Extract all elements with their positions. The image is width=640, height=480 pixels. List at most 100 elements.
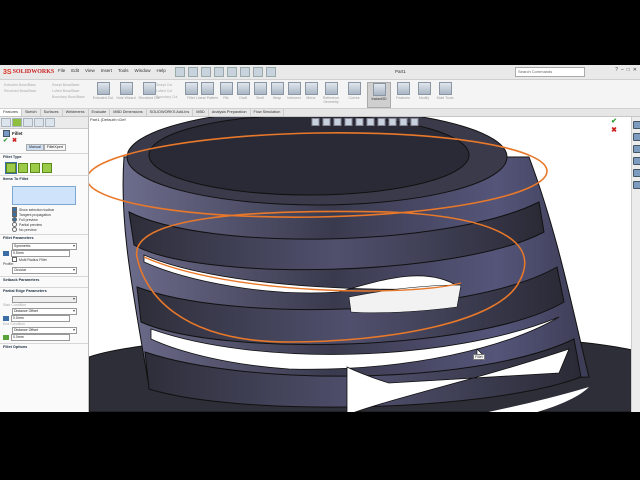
- tab-addins[interactable]: SOLIDWORKS Add-Ins: [147, 109, 194, 116]
- graphics-area[interactable]: Part1 (Default<<Def ✔ ✖ Fillet: [89, 117, 640, 412]
- undo-icon[interactable]: [227, 67, 237, 77]
- tab-mbd[interactable]: MBD: [193, 109, 209, 116]
- appearance-icon[interactable]: [388, 118, 396, 126]
- manual-tab[interactable]: Manual: [26, 144, 44, 151]
- view-orientation-icon[interactable]: [355, 118, 363, 126]
- fillet-options-section[interactable]: Fillet Options: [0, 343, 88, 352]
- curves-button[interactable]: Curves: [343, 82, 365, 106]
- swept-boss-button[interactable]: Swept Boss/Base: [52, 83, 85, 87]
- view-settings-icon[interactable]: [410, 118, 418, 126]
- view-palette-icon[interactable]: [633, 157, 640, 165]
- configuration-manager-icon[interactable]: [23, 118, 33, 127]
- file-explorer-icon[interactable]: [633, 145, 640, 153]
- custom-properties-icon[interactable]: [633, 181, 640, 189]
- scene-icon[interactable]: [399, 118, 407, 126]
- hide-show-icon[interactable]: [377, 118, 385, 126]
- mirror-button[interactable]: Mirror: [300, 82, 322, 106]
- confirm-cancel-icon[interactable]: ✖: [611, 126, 617, 134]
- tab-analysis-preparation[interactable]: Analysis Preparation: [209, 109, 251, 116]
- confirm-ok-icon[interactable]: ✔: [611, 117, 617, 125]
- fillet-cursor-tooltip: Fillet: [473, 354, 485, 360]
- filletxpert-tab[interactable]: FilletXpert: [43, 144, 66, 151]
- edges-selection-box[interactable]: [12, 186, 76, 205]
- tab-features[interactable]: Features: [0, 109, 22, 116]
- instant3d-button[interactable]: Instant3D: [367, 82, 391, 108]
- extruded-boss-button[interactable]: Extruded Boss/Base: [4, 83, 36, 87]
- swept-cut-button[interactable]: Swept Cut: [156, 83, 177, 87]
- constant-size-fillet-icon[interactable]: [5, 161, 17, 174]
- full-round-fillet-icon[interactable]: [42, 162, 52, 173]
- boundary-cut-button[interactable]: Boundary Cut: [156, 95, 177, 99]
- end-offset-field[interactable]: 0.0mm: [11, 334, 70, 341]
- menu-file[interactable]: File: [58, 68, 65, 73]
- tab-evaluate[interactable]: Evaluate: [89, 109, 111, 116]
- modify-button[interactable]: Modify: [413, 82, 435, 106]
- tab-sketch[interactable]: Sketch: [22, 109, 41, 116]
- partial-edge-section[interactable]: Partial Edge Parameters: [0, 287, 88, 296]
- reference-geometry-button[interactable]: Reference Geometry: [320, 82, 342, 106]
- previous-view-icon[interactable]: [333, 118, 341, 126]
- variable-size-fillet-icon[interactable]: [18, 162, 28, 173]
- display-style-icon[interactable]: [366, 118, 374, 126]
- save-icon[interactable]: [201, 67, 211, 77]
- partial-edge-selection[interactable]: [12, 296, 77, 303]
- menu-edit[interactable]: Edit: [71, 68, 79, 73]
- profile-dropdown[interactable]: Circular: [12, 267, 77, 274]
- lofted-cut-button[interactable]: Lofted Cut: [156, 89, 177, 93]
- zoom-area-icon[interactable]: [322, 118, 330, 126]
- end-condition-dropdown[interactable]: Distance Offset: [12, 327, 77, 334]
- ok-button[interactable]: ✔: [3, 137, 8, 144]
- start-offset-field[interactable]: 0.0mm: [11, 315, 70, 322]
- print-icon[interactable]: [214, 67, 224, 77]
- maximize-icon[interactable]: □: [627, 67, 630, 73]
- swept-group: Swept Boss/Base Lofted Boss/Base Boundar…: [52, 83, 85, 99]
- dimxpert-icon[interactable]: [34, 118, 44, 127]
- features-button[interactable]: Features: [392, 82, 414, 106]
- new-icon[interactable]: [175, 67, 185, 77]
- section-view-icon[interactable]: [344, 118, 352, 126]
- extruded-cut-button[interactable]: Extruded Cut: [92, 82, 114, 106]
- tab-surfaces[interactable]: Surfaces: [41, 109, 63, 116]
- mold-tools-button[interactable]: Mold Tools: [434, 82, 456, 106]
- property-manager-icon[interactable]: [12, 118, 22, 127]
- display-manager-icon[interactable]: [45, 118, 55, 127]
- open-icon[interactable]: [188, 67, 198, 77]
- design-library-icon[interactable]: [633, 133, 640, 141]
- tab-weldments[interactable]: Weldments: [63, 109, 89, 116]
- zoom-to-fit-icon[interactable]: [311, 118, 319, 126]
- lofted-boss-button[interactable]: Lofted Boss/Base: [52, 89, 85, 93]
- close-icon[interactable]: ✕: [633, 67, 637, 73]
- search-commands-input[interactable]: Search Commands: [515, 67, 585, 77]
- fillet-type-options: [0, 161, 88, 174]
- menu-window[interactable]: Window: [135, 68, 151, 73]
- solidworks-resources-icon[interactable]: [633, 121, 640, 129]
- fillet-method-dropdown[interactable]: Symmetric: [12, 243, 77, 250]
- tab-flow-simulation[interactable]: Flow Simulation: [251, 109, 285, 116]
- option-no-preview[interactable]: No preview: [0, 227, 88, 232]
- feature-tree-flyout[interactable]: Part1 (Default<<Def: [90, 117, 126, 122]
- revolved-boss-button[interactable]: Revolved Boss/Base: [4, 89, 36, 93]
- menu-view[interactable]: View: [85, 68, 95, 73]
- start-condition-dropdown[interactable]: Distance Offset: [12, 308, 77, 315]
- options-icon[interactable]: [266, 67, 276, 77]
- setback-parameters-section[interactable]: Setback Parameters: [0, 276, 88, 285]
- boundary-boss-button[interactable]: Boundary Boss/Base: [52, 95, 85, 99]
- face-fillet-icon[interactable]: [30, 162, 40, 173]
- menu-insert[interactable]: Insert: [101, 68, 112, 73]
- tab-mbd-dimensions[interactable]: MBD Dimensions: [110, 109, 147, 116]
- select-icon[interactable]: [240, 67, 250, 77]
- cancel-button[interactable]: ✖: [12, 137, 17, 144]
- hole-wizard-button[interactable]: Hole Wizard: [115, 82, 137, 106]
- fillet-type-section[interactable]: Fillet Type: [0, 153, 88, 162]
- feature-manager-icon[interactable]: [1, 118, 11, 127]
- fillet-parameters-section[interactable]: Fillet Parameters: [0, 234, 88, 243]
- radius-field[interactable]: 0.5mm: [11, 250, 70, 257]
- help-icon[interactable]: ?: [615, 67, 618, 73]
- items-to-fillet-section[interactable]: Items To Fillet: [0, 175, 88, 184]
- appearances-icon[interactable]: [633, 169, 640, 177]
- menu-help[interactable]: Help: [157, 68, 166, 73]
- minimize-icon[interactable]: –: [621, 67, 624, 73]
- rebuild-icon[interactable]: [253, 67, 263, 77]
- radio-icon[interactable]: [12, 227, 17, 232]
- menu-tools[interactable]: Tools: [118, 68, 129, 73]
